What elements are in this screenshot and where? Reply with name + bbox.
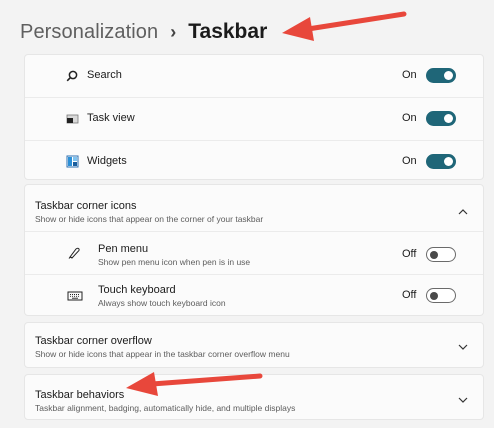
corner-icons-subtitle: Show or hide icons that appear on the co… bbox=[35, 214, 264, 224]
search-label: Search bbox=[87, 69, 122, 81]
task-view-label: Task view bbox=[87, 112, 135, 124]
corner-overflow-title: Taskbar corner overflow bbox=[35, 335, 152, 347]
page-title: Taskbar bbox=[188, 20, 268, 43]
keyboard-icon bbox=[67, 289, 83, 303]
chevron-down-icon[interactable] bbox=[457, 393, 469, 405]
widgets-label: Widgets bbox=[87, 155, 127, 167]
search-toggle[interactable] bbox=[426, 68, 456, 83]
pen-menu-toggle[interactable] bbox=[426, 247, 456, 262]
breadcrumb-separator: › bbox=[170, 21, 177, 42]
touch-keyboard-toggle[interactable] bbox=[426, 288, 456, 303]
pen-menu-state-text: Off bbox=[402, 248, 417, 260]
touch-keyboard-state-text: Off bbox=[402, 289, 417, 301]
touch-keyboard-label: Touch keyboard bbox=[98, 284, 176, 296]
taskbar-item-widgets: Widgets On bbox=[25, 141, 483, 183]
breadcrumb: Personalization › Taskbar bbox=[20, 16, 267, 48]
corner-icons-card: Taskbar corner icons Show or hide icons … bbox=[24, 184, 484, 316]
behaviors-card[interactable]: Taskbar behaviors Taskbar alignment, bad… bbox=[24, 374, 484, 420]
widgets-state-text: On bbox=[402, 155, 417, 167]
corner-icons-title: Taskbar corner icons bbox=[35, 200, 137, 212]
chevron-up-icon[interactable] bbox=[457, 205, 469, 217]
behaviors-subtitle: Taskbar alignment, badging, automaticall… bbox=[35, 403, 296, 413]
corner-overflow-card[interactable]: Taskbar corner overflow Show or hide ico… bbox=[24, 322, 484, 368]
touch-keyboard-subtitle: Always show touch keyboard icon bbox=[98, 298, 226, 308]
search-icon bbox=[65, 69, 79, 83]
pen-icon bbox=[67, 246, 81, 260]
corner-overflow-subtitle: Show or hide icons that appear in the ta… bbox=[35, 349, 290, 359]
chevron-down-icon[interactable] bbox=[457, 340, 469, 352]
pen-menu-subtitle: Show pen menu icon when pen is in use bbox=[98, 257, 251, 267]
task-view-icon bbox=[65, 112, 79, 126]
search-state-text: On bbox=[402, 69, 417, 81]
taskbar-items-card: Search On Task view On Widgets On bbox=[24, 54, 484, 180]
corner-item-pen-menu: Pen menu Show pen menu icon when pen is … bbox=[25, 232, 483, 274]
corner-item-touch-keyboard: Touch keyboard Always show touch keyboar… bbox=[25, 275, 483, 317]
task-view-toggle[interactable] bbox=[426, 111, 456, 126]
pen-menu-label: Pen menu bbox=[98, 243, 149, 255]
task-view-state-text: On bbox=[402, 112, 417, 124]
taskbar-item-task-view: Task view On bbox=[25, 98, 483, 140]
corner-icons-header[interactable]: Taskbar corner icons Show or hide icons … bbox=[25, 185, 483, 231]
breadcrumb-personalization[interactable]: Personalization bbox=[20, 21, 158, 44]
taskbar-item-search: Search On bbox=[25, 55, 483, 97]
widgets-icon bbox=[65, 154, 79, 168]
behaviors-title: Taskbar behaviors bbox=[35, 389, 125, 401]
widgets-toggle[interactable] bbox=[426, 154, 456, 169]
